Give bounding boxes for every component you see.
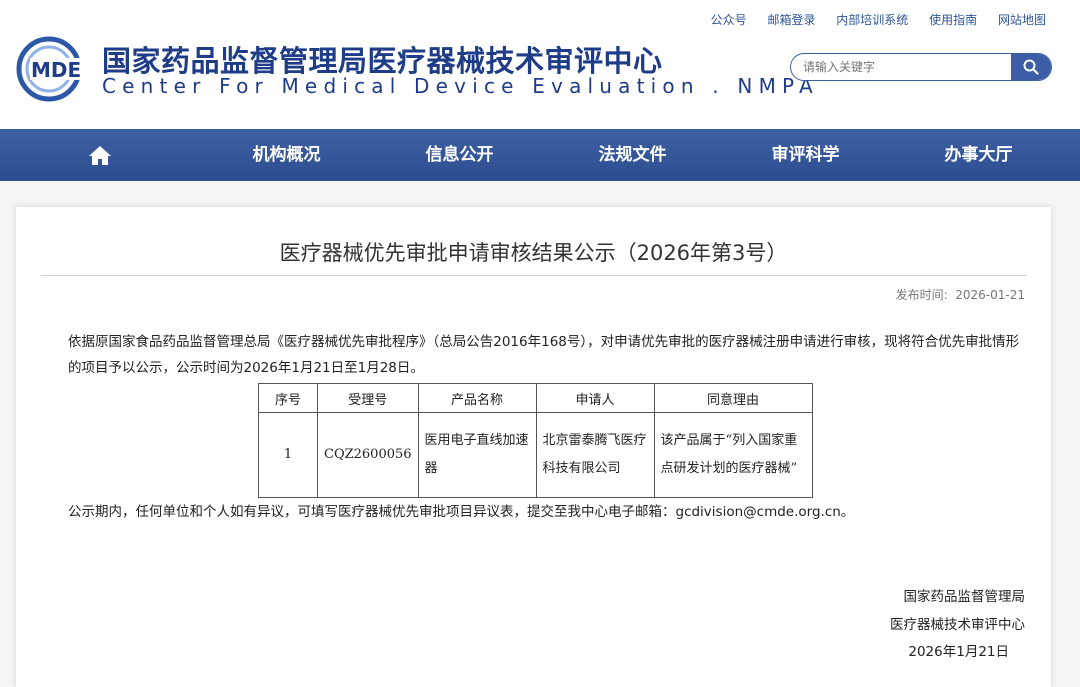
- search-icon: [1023, 59, 1039, 75]
- mde-logo-icon[interactable]: MDE: [16, 36, 96, 102]
- top-link-mail-login[interactable]: 邮箱登录: [767, 13, 815, 27]
- home-icon: [89, 146, 111, 165]
- article-title: 医疗器械优先审批申请审核结果公示（2026年第3号）: [279, 241, 788, 265]
- table-header-row: 序号 受理号 产品名称 申请人 同意理由: [258, 383, 813, 413]
- col-header-product-name: 产品名称: [417, 383, 537, 413]
- search-box: [790, 53, 1052, 81]
- col-header-applicant: 申请人: [535, 383, 655, 413]
- top-link-sitemap[interactable]: 网站地图: [998, 13, 1046, 27]
- search-button[interactable]: [1011, 54, 1051, 80]
- cell-applicant: 北京雷泰腾飞医疗科技有限公司: [535, 412, 655, 498]
- nav-item-info-disclosure[interactable]: 信息公开: [373, 129, 546, 181]
- publish-date-label: 发布时间:: [895, 288, 948, 302]
- article-card: 医疗器械优先审批申请审核结果公示（2026年第3号） 发布时间: 2026-01…: [16, 207, 1051, 687]
- signature-date: 2026年1月21日: [908, 644, 1009, 660]
- logo-mark-text: MDE: [31, 58, 81, 82]
- site-title-en: Center For Medical Device Evaluation . N…: [102, 74, 819, 98]
- top-links: 公众号 邮箱登录 内部培训系统 使用指南 网站地图: [694, 11, 1046, 28]
- top-link-training-system[interactable]: 内部培训系统: [836, 13, 908, 27]
- cell-acceptance-no: CQZ2600056: [317, 412, 419, 498]
- cell-index: 1: [258, 412, 318, 498]
- nav-item-review-science[interactable]: 审评科学: [719, 129, 892, 181]
- table-row: 1 CQZ2600056 医用电子直线加速器 北京雷泰腾飞医疗科技有限公司 该产…: [258, 412, 813, 498]
- col-header-index: 序号: [258, 383, 318, 413]
- col-header-reason: 同意理由: [653, 383, 813, 413]
- article-paragraph: 依据原国家食品药品监督管理总局《医疗器械优先审批程序》（总局公告2016年168…: [68, 334, 1020, 376]
- publish-date: 发布时间: 2026-01-21: [896, 286, 1025, 303]
- top-link-user-guide[interactable]: 使用指南: [929, 13, 977, 27]
- nav-item-about[interactable]: 机构概况: [200, 129, 373, 181]
- signature-org1: 国家药品监督管理局: [903, 589, 1026, 605]
- nav-item-regulations[interactable]: 法规文件: [546, 129, 719, 181]
- search-input[interactable]: [791, 54, 1011, 80]
- site-header: 公众号 邮箱登录 内部培训系统 使用指南 网站地图 MDE 国家药品监督管理局医…: [0, 0, 1080, 129]
- main-nav: 机构概况 信息公开 法规文件 审评科学 办事大厅: [0, 129, 1080, 181]
- title-divider: [41, 275, 1026, 276]
- top-link-wechat[interactable]: 公众号: [711, 13, 747, 27]
- signature-org2: 医疗器械技术审评中心: [890, 617, 1025, 633]
- objection-notice: 公示期内，任何单位和个人如有异议，可填写医疗器械优先审批项目异议表，提交至我中心…: [68, 504, 855, 520]
- col-header-acceptance-no: 受理号: [317, 383, 419, 413]
- result-table: 序号 受理号 产品名称 申请人 同意理由 1 CQZ2600056 医用电子直线…: [258, 383, 813, 498]
- cell-reason: 该产品属于“列入国家重点研发计划的医疗器械”: [653, 412, 813, 498]
- nav-home[interactable]: [0, 129, 200, 181]
- cell-product-name: 医用电子直线加速器: [417, 412, 537, 498]
- nav-item-service-hall[interactable]: 办事大厅: [892, 129, 1065, 181]
- publish-date-value: 2026-01-21: [955, 288, 1025, 302]
